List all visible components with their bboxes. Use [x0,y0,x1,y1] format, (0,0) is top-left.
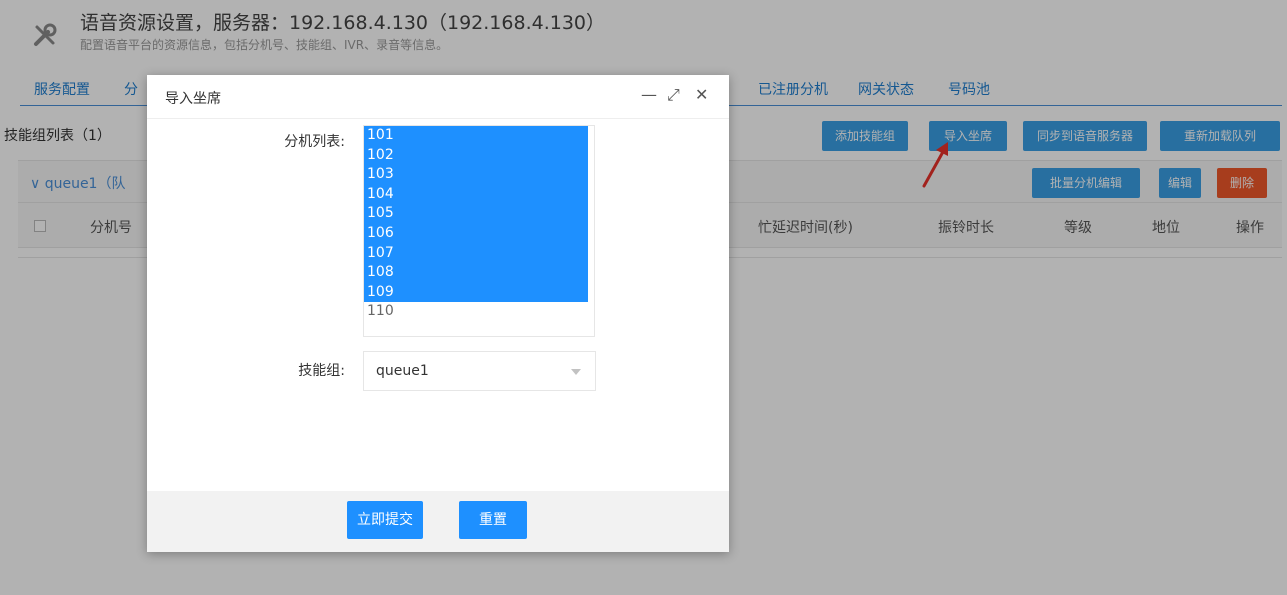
dialog-footer: 立即提交 重置 [147,491,729,552]
skill-group-select[interactable]: queue1 [363,351,596,391]
skill-group-label: 技能组: [298,363,345,379]
extension-option[interactable]: 106 [364,223,588,244]
extension-option[interactable]: 109 [364,282,588,303]
reset-button[interactable]: 重置 [459,501,527,539]
extension-option[interactable]: 103 [364,165,588,185]
dialog-title: 导入坐席 [165,91,221,107]
maximize-icon[interactable]: ⤢ [667,85,680,105]
extension-option[interactable]: 105 [364,204,588,224]
extension-option[interactable]: 102 [364,145,588,166]
extension-option[interactable]: 110 [364,302,594,322]
close-icon[interactable]: ✕ [695,85,708,104]
import-seats-dialog: 导入坐席 — ⤢ ✕ 分机列表: 101 102 103 104 105 106 107 10… [147,75,729,552]
submit-button[interactable]: 立即提交 [347,501,423,539]
chevron-down-icon [571,369,581,375]
extension-option[interactable]: 108 [364,263,588,283]
extension-listbox[interactable]: 101 102 103 104 105 106 107 108 109 110 [363,125,595,337]
extension-option[interactable]: 101 [364,126,588,146]
skill-group-value: queue1 [376,363,429,379]
extension-list-label: 分机列表: [284,134,345,150]
dialog-header: 导入坐席 — ⤢ ✕ [147,75,729,119]
minimize-icon[interactable]: — [641,85,657,104]
extension-option[interactable]: 107 [364,243,588,264]
extension-option[interactable]: 104 [364,184,588,205]
